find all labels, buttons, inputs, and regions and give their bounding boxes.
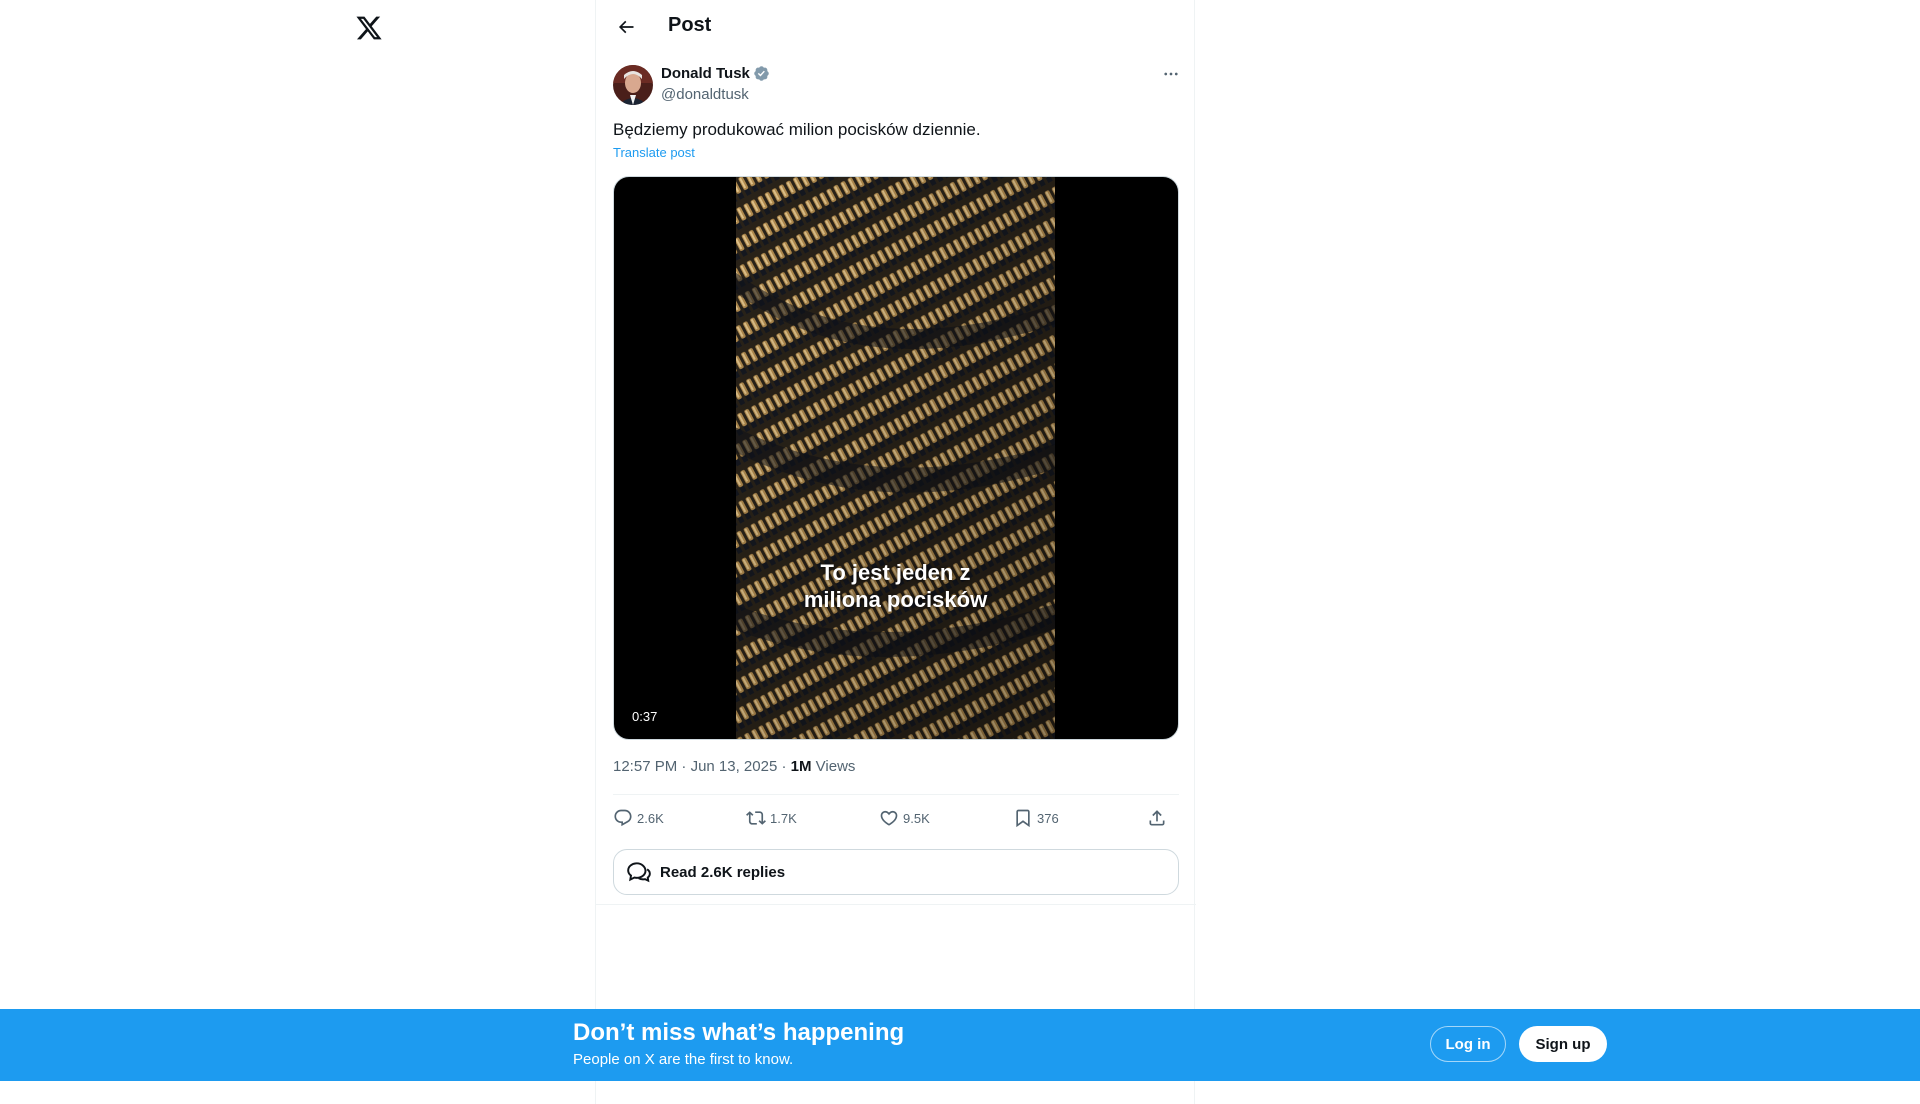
read-replies-button[interactable]: Read 2.6K replies [613,849,1179,895]
share-icon [1149,810,1165,826]
post-text: Będziemy produkować milion pocisków dzie… [613,120,981,139]
reply-icon [614,809,632,827]
author-name[interactable]: Donald Tusk [661,65,770,82]
like-count: 9.5K [903,810,930,826]
video-duration: 0:37 [626,707,664,726]
main-column: Post Donald Tusk @donaldtusk Będziemy pr… [595,0,1196,1104]
top-bar: Post [596,0,1196,53]
meta-separator: · [781,758,791,775]
banner-subtitle: People on X are the first to know. [573,1051,794,1068]
post-meta: 12:57 PM · Jun 13, 2025 · 1M Views [613,758,855,775]
author-handle[interactable]: @donaldtusk [661,86,749,103]
bookmark-count: 376 [1037,810,1059,826]
video-frame: To jest jeden z miliona pocisków [736,177,1055,739]
share-button[interactable] [1147,802,1167,834]
login-button[interactable]: Log in [1430,1026,1506,1062]
views-label: Views [815,758,856,775]
divider [596,904,1196,905]
divider [613,794,1179,795]
read-replies-label: Read 2.6K replies [660,863,786,881]
repost-button[interactable]: 1.7K [746,802,797,834]
verified-badge-icon [754,66,769,81]
post-date[interactable]: Jun 13, 2025 [691,758,778,775]
meta-separator: · [681,758,691,775]
back-arrow-icon [618,20,634,34]
author-name-text: Donald Tusk [661,65,750,82]
chat-bubbles-icon [627,862,651,883]
video-caption: To jest jeden z miliona pocisków [736,559,1055,613]
translate-post-link[interactable]: Translate post [613,145,695,160]
bookmark-icon [1016,809,1030,828]
views-count: 1M [790,758,812,775]
page-title: Post [668,14,712,36]
reply-count: 2.6K [637,810,664,826]
more-icon [1164,72,1178,76]
bookmark-button[interactable]: 376 [1013,802,1059,834]
repost-icon [746,811,766,825]
post-time[interactable]: 12:57 PM [613,758,677,775]
signup-banner: Don’t miss what’s happening People on X … [0,1009,1920,1081]
reply-button[interactable]: 2.6K [613,802,664,834]
more-button[interactable] [1156,62,1186,86]
like-button[interactable]: 9.5K [879,802,930,834]
signup-button[interactable]: Sign up [1519,1026,1607,1062]
like-icon [880,810,898,826]
back-button[interactable] [611,12,641,42]
video-caption-line1: To jest jeden z [820,560,971,585]
x-logo-icon[interactable] [355,14,383,42]
avatar[interactable] [613,65,653,105]
repost-count: 1.7K [770,810,797,826]
banner-title: Don’t miss what’s happening [573,1019,905,1046]
action-bar: 2.6K 1.7K 9.5K 376 [613,802,1179,834]
video-player[interactable]: To jest jeden z miliona pocisków 0:37 [613,176,1179,740]
video-caption-line2: miliona pocisków [803,587,988,612]
